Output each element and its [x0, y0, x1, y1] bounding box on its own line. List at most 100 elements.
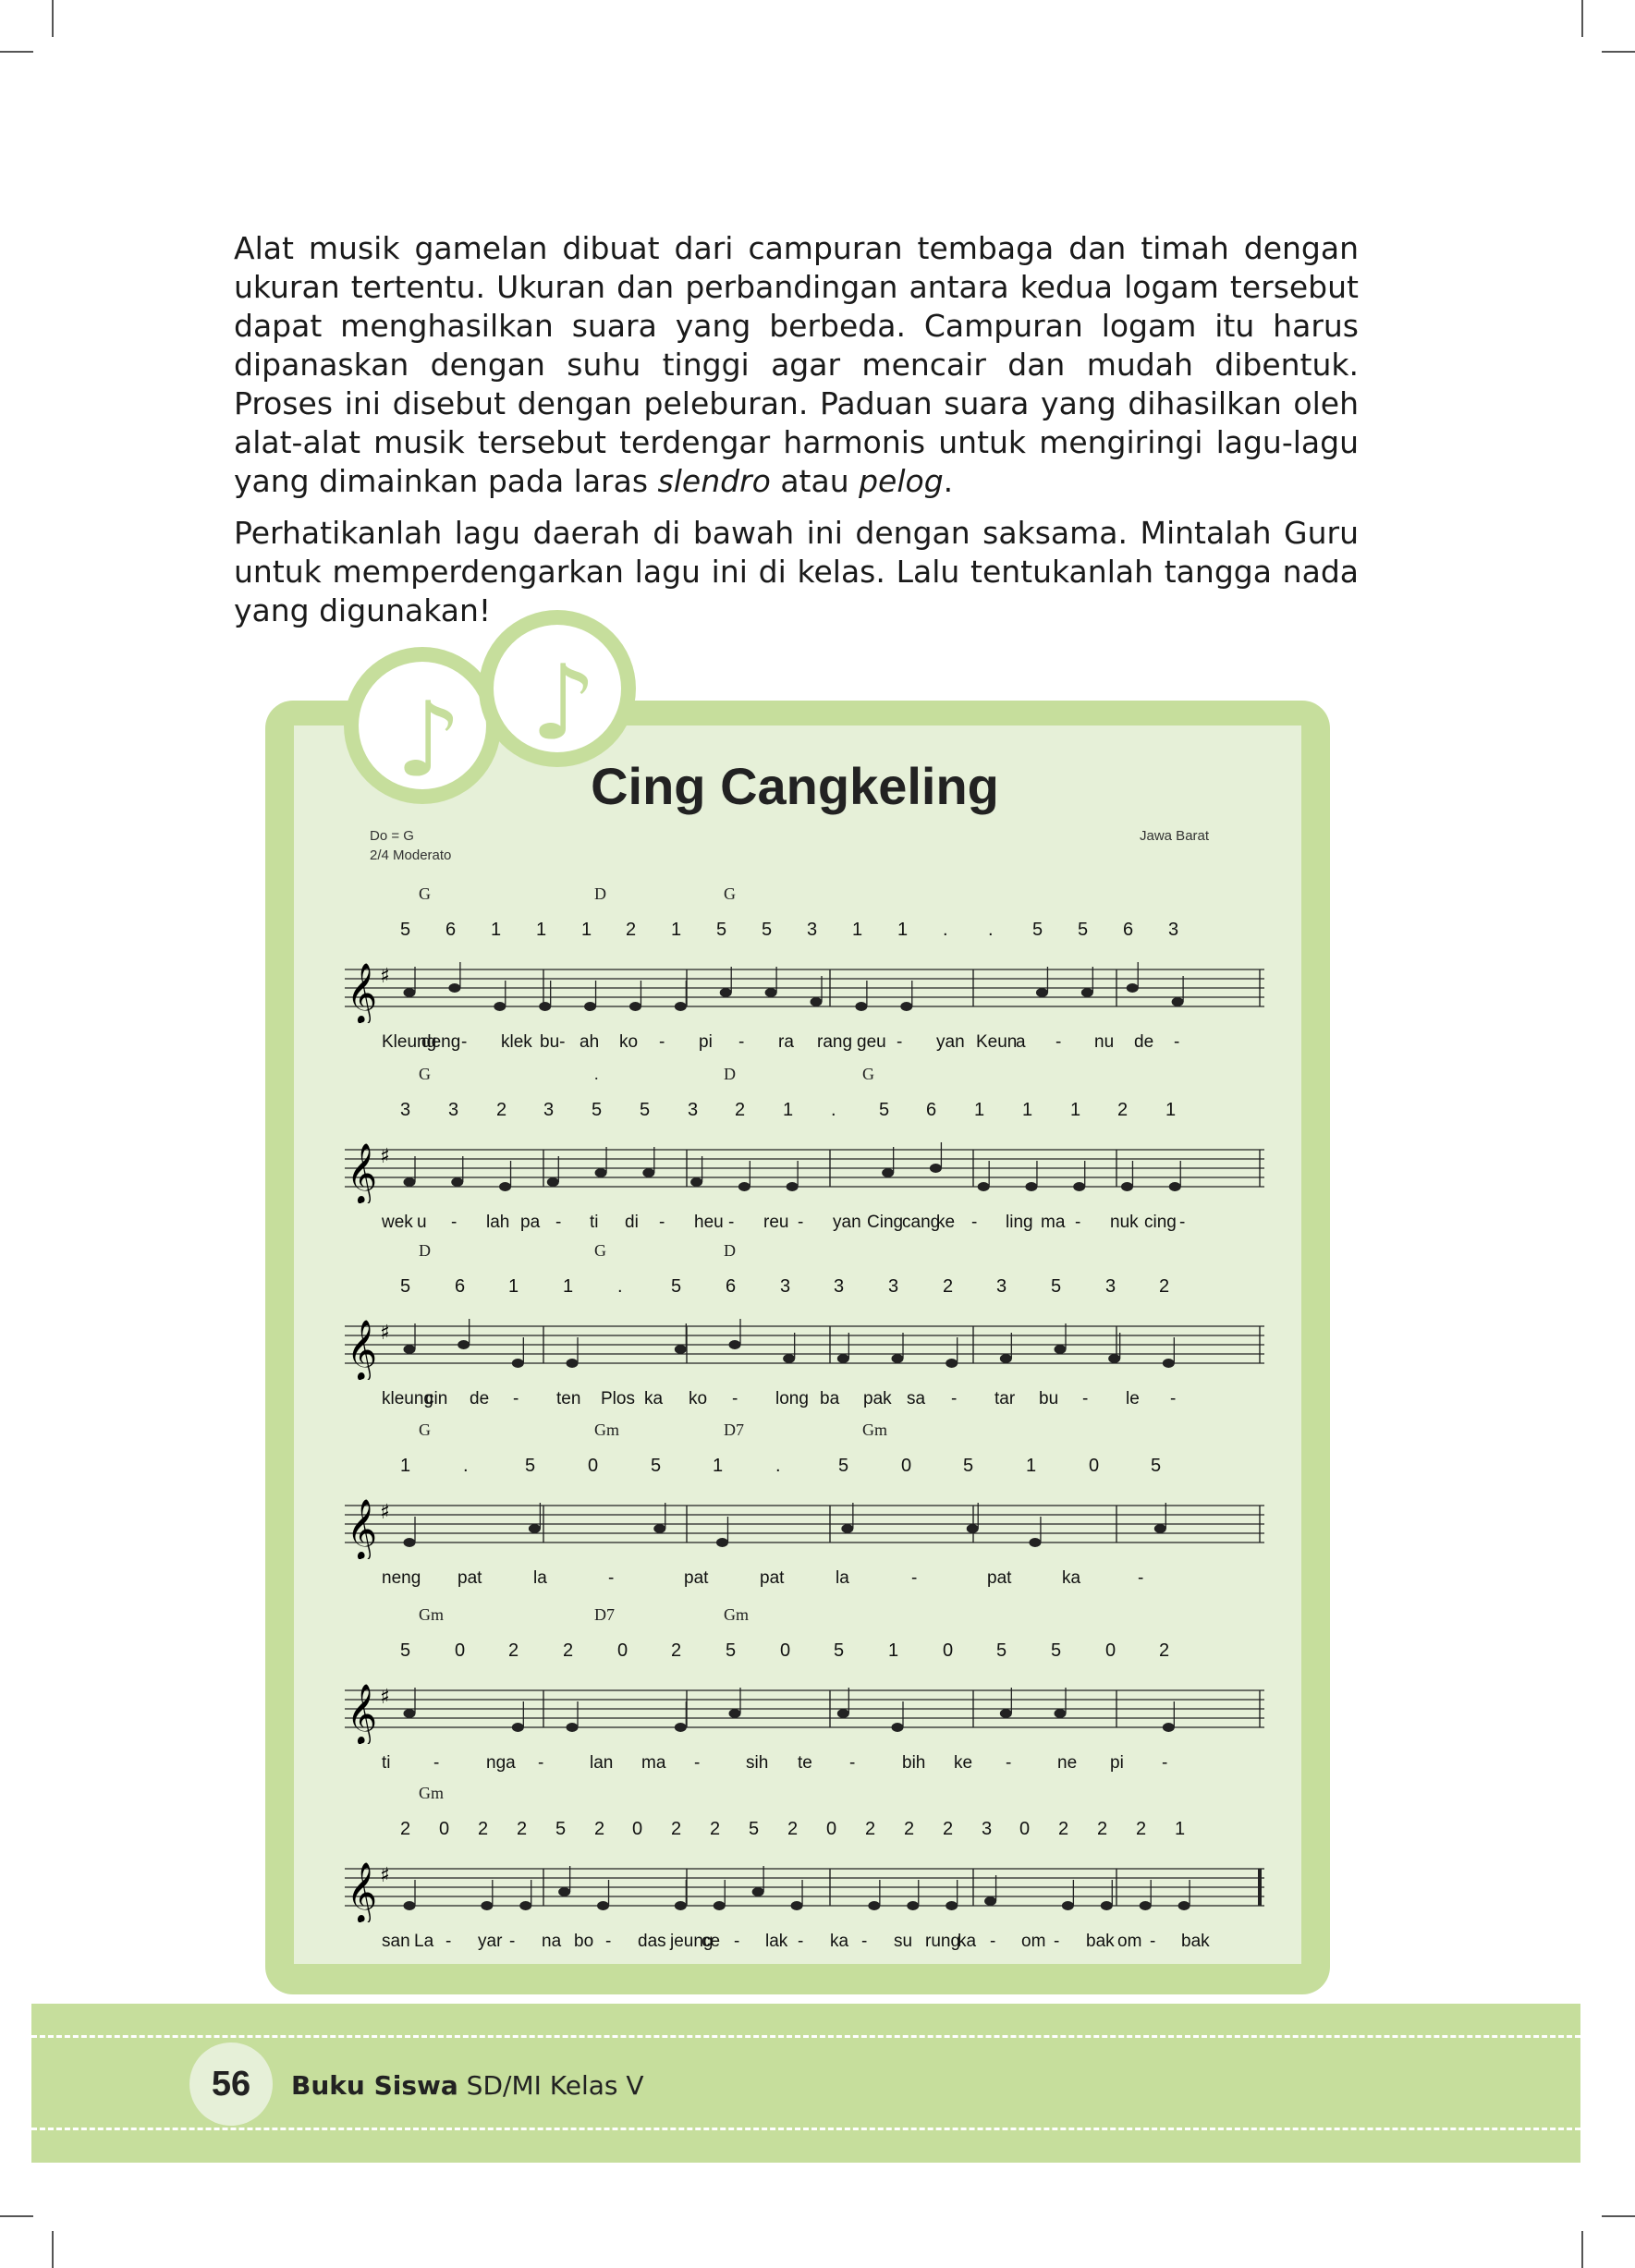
cipher-note: 5 — [671, 1276, 682, 1297]
lyric-syllable: pa — [520, 1213, 541, 1232]
note-head — [790, 1901, 803, 1910]
lyric-syllable: nuk — [1110, 1213, 1139, 1232]
lyric-syllable: wek — [382, 1213, 413, 1232]
note-head — [946, 1359, 958, 1368]
key-sharp-icon: ♯ — [380, 1501, 390, 1524]
cipher-note: 1 — [400, 1456, 411, 1476]
lyric-syllable: de — [1134, 1032, 1154, 1052]
note-head — [855, 1002, 868, 1011]
note-head — [1171, 997, 1184, 1006]
cipher-note: 1 — [1022, 1100, 1033, 1120]
cipher-note: 5 — [963, 1456, 974, 1476]
note-head — [764, 988, 777, 997]
lyric-syllable: di — [625, 1213, 639, 1232]
lyric-syllable: - — [555, 1213, 562, 1232]
book-title: Buku Siswa SD/MI Kelas V — [291, 2070, 644, 2101]
lyric-syllable: ah — [580, 1032, 600, 1052]
chord-label: Gm — [724, 1605, 749, 1624]
note-head — [1061, 1901, 1074, 1910]
cipher-note: 2 — [508, 1640, 519, 1661]
note-head — [539, 1002, 552, 1011]
note-head — [1108, 1354, 1121, 1363]
cipher-note: 5 — [879, 1100, 890, 1120]
lyric-syllable: bu- — [540, 1032, 566, 1052]
note-head — [1073, 1182, 1086, 1191]
lyric-syllable: pat — [684, 1568, 709, 1588]
note-head — [900, 1002, 913, 1011]
note-head — [728, 1709, 741, 1718]
cipher-note: 5 — [1032, 920, 1043, 940]
lyric-syllable: - — [971, 1213, 978, 1232]
lyric-syllable: - — [1179, 1213, 1186, 1232]
term-pelog: pelog — [859, 463, 944, 499]
lyric-syllable: - — [605, 1932, 612, 1951]
lyric-syllable: rung — [925, 1932, 961, 1951]
lyric-syllable: ce — [702, 1932, 721, 1951]
lyric-syllable: tar — [994, 1389, 1016, 1408]
note-head — [999, 1354, 1012, 1363]
cipher-note: 2 — [904, 1819, 915, 1839]
lyric-syllable: - — [461, 1032, 468, 1052]
lyric-syllable: long — [775, 1389, 809, 1408]
note-head — [977, 1182, 990, 1191]
song-origin: Jawa Barat — [1140, 828, 1210, 844]
note-head — [1177, 1901, 1190, 1910]
chord-label: G — [862, 1065, 874, 1083]
note-head — [494, 1002, 506, 1011]
cipher-note: 1 — [897, 920, 909, 940]
lyric-syllable: La — [414, 1932, 434, 1951]
treble-clef-icon: 𝄞 — [347, 1320, 377, 1380]
lyric-syllable: pat — [987, 1568, 1012, 1588]
cipher-note: 1 — [974, 1100, 985, 1120]
lyric-syllable: rang — [817, 1032, 853, 1052]
cipher-note: 0 — [632, 1819, 643, 1839]
chord-label: D — [724, 1065, 736, 1083]
lyric-syllable: - — [513, 1389, 519, 1408]
key-sharp-icon: ♯ — [380, 1864, 390, 1887]
footer-divider — [31, 2035, 1580, 2038]
note-head — [810, 997, 823, 1006]
cipher-note: 2 — [943, 1276, 954, 1297]
cipher-note: 1 — [713, 1456, 724, 1476]
cipher-note: 0 — [1089, 1456, 1100, 1476]
note-head — [597, 1901, 610, 1910]
lyric-syllable: geu — [857, 1032, 886, 1052]
lyric-syllable: pat — [760, 1568, 785, 1588]
chord-label: Gm — [594, 1421, 619, 1439]
lyric-syllable: - — [1150, 1932, 1156, 1951]
cipher-note: 0 — [617, 1640, 628, 1661]
note-head — [403, 1538, 416, 1547]
lyric-syllable: ka — [958, 1932, 977, 1951]
cipher-note: 5 — [592, 1100, 603, 1120]
note-head — [511, 1723, 524, 1732]
crop-mark — [1581, 2231, 1583, 2268]
cipher-note: 0 — [455, 1640, 466, 1661]
cipher-note: 6 — [1123, 920, 1134, 940]
lyric-syllable: - — [433, 1753, 440, 1773]
note-head — [929, 1164, 942, 1173]
note-head — [882, 1168, 895, 1177]
cipher-note: 1 — [563, 1276, 574, 1297]
cipher-note: 2 — [1136, 1819, 1147, 1839]
note-head — [594, 1168, 607, 1177]
page-number: 56 — [189, 2042, 273, 2126]
lyric-syllable: u — [417, 1213, 427, 1232]
lyric-syllable: te — [798, 1753, 812, 1773]
cipher-note: 0 — [439, 1819, 450, 1839]
body-text: Alat musik gamelan dibuat dari campuran … — [234, 229, 1359, 643]
cipher-note: 5 — [400, 1276, 411, 1297]
crop-mark — [0, 2215, 33, 2217]
lyric-syllable: ra — [778, 1032, 794, 1052]
lyric-syllable: Plos — [601, 1389, 635, 1408]
cipher-note: 5 — [1151, 1456, 1162, 1476]
music-badge: ♪ — [344, 647, 501, 804]
cipher-note: . — [988, 920, 994, 940]
lyric-syllable: lah — [486, 1213, 510, 1232]
treble-clef-icon: 𝄞 — [347, 963, 377, 1023]
cipher-note: 5 — [555, 1819, 567, 1839]
cipher-note: 3 — [888, 1276, 899, 1297]
lyric-syllable: neng — [382, 1568, 421, 1588]
lyric-syllable: cang — [902, 1213, 941, 1232]
chord-label: G — [419, 1421, 431, 1439]
cipher-note: . — [617, 1276, 623, 1297]
